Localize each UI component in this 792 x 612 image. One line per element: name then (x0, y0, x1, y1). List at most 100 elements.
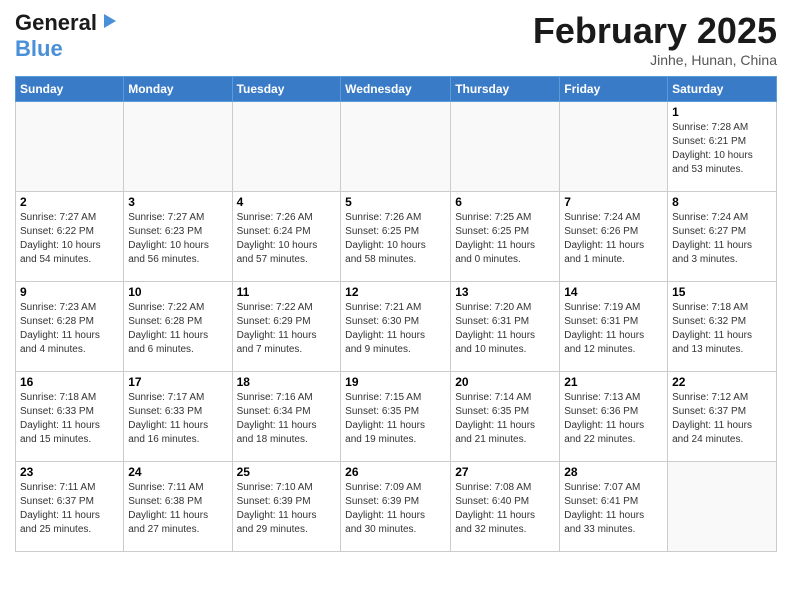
table-row: 14Sunrise: 7:19 AM Sunset: 6:31 PM Dayli… (560, 282, 668, 372)
table-row: 21Sunrise: 7:13 AM Sunset: 6:36 PM Dayli… (560, 372, 668, 462)
day-info: Sunrise: 7:26 AM Sunset: 6:25 PM Dayligh… (345, 211, 446, 267)
day-info: Sunrise: 7:10 AM Sunset: 6:39 PM Dayligh… (237, 481, 337, 537)
logo-arrow-icon (100, 12, 118, 35)
day-number: 19 (345, 375, 446, 389)
weekday-header-row: Sunday Monday Tuesday Wednesday Thursday… (16, 77, 777, 102)
table-row (341, 102, 451, 192)
day-number: 9 (20, 285, 119, 299)
logo: General Blue (15, 10, 118, 62)
day-info: Sunrise: 7:13 AM Sunset: 6:36 PM Dayligh… (564, 391, 663, 447)
calendar-week-row: 16 Sunrise: 7:18 AM Sunset: 6:33 PM Dayli… (16, 372, 777, 462)
day-info: Sunrise: 7:22 AM Sunset: 6:29 PM Dayligh… (237, 301, 337, 357)
header-wednesday: Wednesday (341, 77, 451, 102)
table-row: 28Sunrise: 7:07 AM Sunset: 6:41 PM Dayli… (560, 462, 668, 552)
header-monday: Monday (124, 77, 232, 102)
table-row (451, 102, 560, 192)
table-row: 19 Sunrise: 7:15 AM Sunset: 6:35 PM Dayli… (341, 372, 451, 462)
header-tuesday: Tuesday (232, 77, 341, 102)
table-row (232, 102, 341, 192)
table-row (668, 462, 777, 552)
table-row: 8 Sunrise: 7:24 AM Sunset: 6:27 PM Daylig… (668, 192, 777, 282)
table-row: 3Sunrise: 7:27 AM Sunset: 6:23 PM Daylig… (124, 192, 232, 282)
table-row: 16 Sunrise: 7:18 AM Sunset: 6:33 PM Dayli… (16, 372, 124, 462)
day-info: Sunrise: 7:24 AM Sunset: 6:26 PM Dayligh… (564, 211, 663, 267)
day-info: Sunrise: 7:17 AM Sunset: 6:33 PM Dayligh… (128, 391, 227, 447)
calendar-week-row: 1 Sunrise: 7:28 AM Sunset: 6:21 PM Daylig… (16, 102, 777, 192)
day-number: 3 (128, 195, 227, 209)
day-info: Sunrise: 7:12 AM Sunset: 6:37 PM Dayligh… (672, 391, 772, 447)
table-row: 18 Sunrise: 7:16 AM Sunset: 6:34 PM Dayli… (232, 372, 341, 462)
day-info: Sunrise: 7:18 AM Sunset: 6:33 PM Dayligh… (20, 391, 119, 447)
location: Jinhe, Hunan, China (533, 52, 777, 68)
day-number: 26 (345, 465, 446, 479)
table-row: 10 Sunrise: 7:22 AM Sunset: 6:28 PM Dayli… (124, 282, 232, 372)
day-number: 25 (237, 465, 337, 479)
table-row: 5Sunrise: 7:26 AM Sunset: 6:25 PM Daylig… (341, 192, 451, 282)
day-number: 27 (455, 465, 555, 479)
day-number: 4 (237, 195, 337, 209)
day-info: Sunrise: 7:11 AM Sunset: 6:38 PM Dayligh… (128, 481, 227, 537)
day-number: 1 (672, 105, 772, 119)
day-number: 22 (672, 375, 772, 389)
month-title: February 2025 (533, 10, 777, 52)
table-row: 2 Sunrise: 7:27 AM Sunset: 6:22 PM Daylig… (16, 192, 124, 282)
calendar-week-row: 9 Sunrise: 7:23 AM Sunset: 6:28 PM Daylig… (16, 282, 777, 372)
day-number: 11 (237, 285, 337, 299)
header-thursday: Thursday (451, 77, 560, 102)
table-row: 22 Sunrise: 7:12 AM Sunset: 6:37 PM Dayli… (668, 372, 777, 462)
day-info: Sunrise: 7:22 AM Sunset: 6:28 PM Dayligh… (128, 301, 227, 357)
day-info: Sunrise: 7:11 AM Sunset: 6:37 PM Dayligh… (20, 481, 119, 537)
day-number: 12 (345, 285, 446, 299)
logo-blue-text: Blue (15, 36, 63, 61)
table-row: 12 Sunrise: 7:21 AM Sunset: 6:30 PM Dayli… (341, 282, 451, 372)
day-number: 6 (455, 195, 555, 209)
day-number: 23 (20, 465, 119, 479)
day-info: Sunrise: 7:24 AM Sunset: 6:27 PM Dayligh… (672, 211, 772, 267)
day-info: Sunrise: 7:15 AM Sunset: 6:35 PM Dayligh… (345, 391, 446, 447)
header-saturday: Saturday (668, 77, 777, 102)
table-row: 11 Sunrise: 7:22 AM Sunset: 6:29 PM Dayli… (232, 282, 341, 372)
table-row: 20Sunrise: 7:14 AM Sunset: 6:35 PM Dayli… (451, 372, 560, 462)
calendar-week-row: 23 Sunrise: 7:11 AM Sunset: 6:37 PM Dayli… (16, 462, 777, 552)
table-row: 17 Sunrise: 7:17 AM Sunset: 6:33 PM Dayli… (124, 372, 232, 462)
day-number: 17 (128, 375, 227, 389)
calendar-week-row: 2 Sunrise: 7:27 AM Sunset: 6:22 PM Daylig… (16, 192, 777, 282)
day-info: Sunrise: 7:26 AM Sunset: 6:24 PM Dayligh… (237, 211, 337, 267)
table-row (124, 102, 232, 192)
day-info: Sunrise: 7:08 AM Sunset: 6:40 PM Dayligh… (455, 481, 555, 537)
day-number: 15 (672, 285, 772, 299)
day-number: 20 (455, 375, 555, 389)
day-number: 10 (128, 285, 227, 299)
day-info: Sunrise: 7:25 AM Sunset: 6:25 PM Dayligh… (455, 211, 555, 267)
logo-general-text: General (15, 10, 97, 36)
day-info: Sunrise: 7:09 AM Sunset: 6:39 PM Dayligh… (345, 481, 446, 537)
table-row: 15 Sunrise: 7:18 AM Sunset: 6:32 PM Dayli… (668, 282, 777, 372)
table-row: 1 Sunrise: 7:28 AM Sunset: 6:21 PM Daylig… (668, 102, 777, 192)
table-row (560, 102, 668, 192)
table-row: 27 Sunrise: 7:08 AM Sunset: 6:40 PM Dayli… (451, 462, 560, 552)
day-info: Sunrise: 7:21 AM Sunset: 6:30 PM Dayligh… (345, 301, 446, 357)
table-row: 25 Sunrise: 7:10 AM Sunset: 6:39 PM Dayli… (232, 462, 341, 552)
day-number: 13 (455, 285, 555, 299)
calendar-table: Sunday Monday Tuesday Wednesday Thursday… (15, 76, 777, 552)
day-number: 18 (237, 375, 337, 389)
table-row: 4 Sunrise: 7:26 AM Sunset: 6:24 PM Daylig… (232, 192, 341, 282)
table-row: 23 Sunrise: 7:11 AM Sunset: 6:37 PM Dayli… (16, 462, 124, 552)
day-info: Sunrise: 7:27 AM Sunset: 6:22 PM Dayligh… (20, 211, 119, 267)
day-info: Sunrise: 7:23 AM Sunset: 6:28 PM Dayligh… (20, 301, 119, 357)
title-section: February 2025 Jinhe, Hunan, China (533, 10, 777, 68)
header-sunday: Sunday (16, 77, 124, 102)
table-row (16, 102, 124, 192)
day-number: 24 (128, 465, 227, 479)
header-friday: Friday (560, 77, 668, 102)
day-info: Sunrise: 7:07 AM Sunset: 6:41 PM Dayligh… (564, 481, 663, 537)
day-number: 7 (564, 195, 663, 209)
day-info: Sunrise: 7:20 AM Sunset: 6:31 PM Dayligh… (455, 301, 555, 357)
day-number: 8 (672, 195, 772, 209)
day-number: 16 (20, 375, 119, 389)
day-info: Sunrise: 7:16 AM Sunset: 6:34 PM Dayligh… (237, 391, 337, 447)
day-info: Sunrise: 7:18 AM Sunset: 6:32 PM Dayligh… (672, 301, 772, 357)
day-number: 2 (20, 195, 119, 209)
table-row: 7 Sunrise: 7:24 AM Sunset: 6:26 PM Daylig… (560, 192, 668, 282)
day-info: Sunrise: 7:28 AM Sunset: 6:21 PM Dayligh… (672, 121, 772, 177)
